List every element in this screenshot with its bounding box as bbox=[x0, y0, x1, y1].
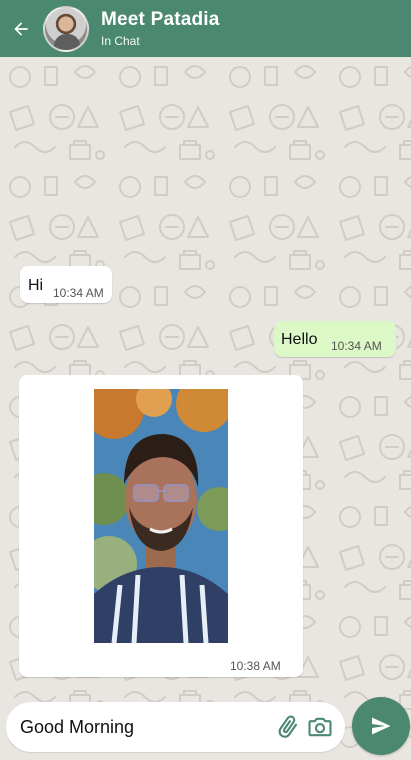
contact-status: In Chat bbox=[101, 33, 140, 48]
message-bubble-outgoing[interactable]: Hello 10:34 AM bbox=[274, 321, 396, 357]
message-time: 10:34 AM bbox=[331, 339, 382, 353]
message-text: Hello bbox=[281, 331, 318, 348]
message-bubble-incoming[interactable]: Hi 10:34 AM bbox=[20, 266, 112, 303]
message-time: 10:34 AM bbox=[53, 286, 104, 300]
back-button[interactable] bbox=[0, 0, 42, 57]
contact-name: Meet Patadia bbox=[101, 8, 220, 30]
message-composer bbox=[6, 702, 345, 752]
send-icon bbox=[372, 717, 391, 735]
camera-icon bbox=[308, 717, 332, 737]
photo-image bbox=[94, 389, 228, 643]
camera-button[interactable] bbox=[306, 713, 334, 741]
paperclip-icon bbox=[278, 715, 298, 738]
chat-title[interactable]: Meet Patadia In Chat bbox=[101, 9, 220, 49]
arrow-left-icon bbox=[14, 21, 28, 36]
avatar[interactable] bbox=[43, 5, 89, 52]
message-text: Hi bbox=[28, 277, 44, 294]
message-input[interactable] bbox=[20, 714, 270, 740]
send-button[interactable] bbox=[352, 697, 410, 755]
message-photo[interactable] bbox=[94, 389, 228, 643]
avatar-figure bbox=[54, 33, 80, 50]
message-bubble-image[interactable]: 10:38 AM bbox=[19, 375, 303, 677]
message-time: 10:38 AM bbox=[230, 659, 281, 673]
attach-button[interactable] bbox=[274, 713, 302, 741]
chat-header: Meet Patadia In Chat bbox=[0, 0, 411, 57]
